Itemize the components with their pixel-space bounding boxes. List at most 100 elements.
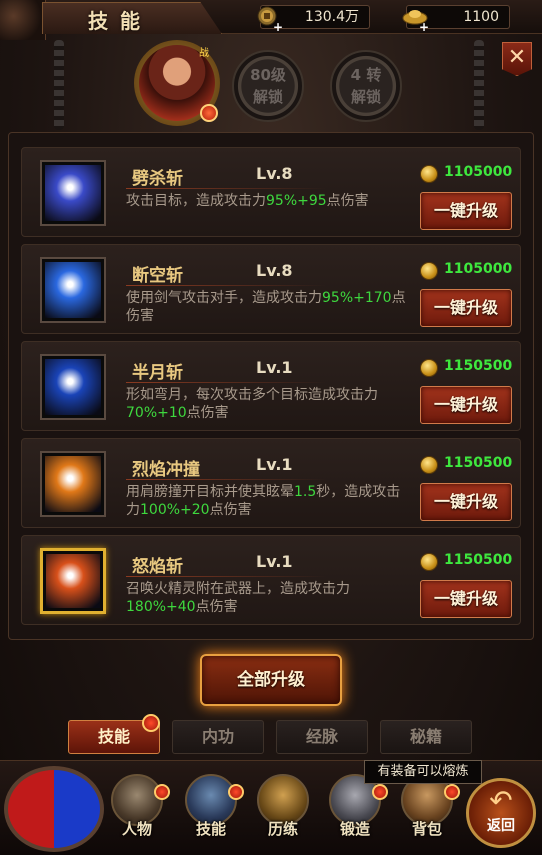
nav-label: 人物 xyxy=(121,820,152,838)
skill-row[interactable]: 怒焰斩 Lv.1 召唤火精灵附在武器上，造成攻击力 180%+40点伤害 1150500… xyxy=(21,535,521,625)
add-icon[interactable]: + xyxy=(419,16,429,38)
skill-description-text: 形如弯月，每次攻击多个目标造成攻击力 xyxy=(126,387,378,403)
gold-coin-icon xyxy=(420,359,438,377)
one-click-upgrade-button[interactable]: 一键升级 xyxy=(420,289,512,327)
skill-name: 半月斩 xyxy=(132,363,183,383)
skill-list-panel: 劈杀斩 Lv.8 攻击目标，造成攻击力95%+95点伤害 1105000 一键升级 断空斩… xyxy=(8,132,534,640)
gold-ingot-value: 1100 xyxy=(463,9,499,25)
notification-dot-icon xyxy=(200,104,218,122)
one-click-upgrade-button[interactable]: 一键升级 xyxy=(420,192,512,230)
notification-dot-icon xyxy=(154,784,170,800)
notification-dot-icon xyxy=(142,714,160,732)
skill-value-highlight: 100%+20 xyxy=(140,502,210,518)
tab-inner-power[interactable]: 内功 xyxy=(172,720,264,754)
nav-character[interactable]: 人物 xyxy=(104,774,170,852)
yin-yang-menu-icon[interactable] xyxy=(4,766,104,852)
skill-level: Lv.1 xyxy=(256,455,293,474)
skill-value-highlight: 95%+95 xyxy=(266,193,327,209)
skill-description: 形如弯月，每次攻击多个目标造成攻击力 70%+10点伤害 xyxy=(126,386,408,422)
skill-value-highlight: 95%+170 xyxy=(322,290,392,306)
return-label: 返回 xyxy=(487,818,515,834)
skill-row[interactable]: 半月斩 Lv.1 形如弯月，每次攻击多个目标造成攻击力 70%+10点伤害 115050… xyxy=(21,341,521,431)
gold-coin-counter[interactable]: + 130.4万 xyxy=(257,5,370,34)
upgrade-cost-value: 1105000 xyxy=(444,261,513,277)
skill-description-text: 攻击目标，造成攻击力 xyxy=(126,193,266,209)
upgrade-all-button[interactable]: 全部升级 xyxy=(200,654,342,706)
chain-decoration xyxy=(474,40,484,130)
skill-value-highlight: 180%+40 xyxy=(126,599,196,615)
one-click-upgrade-button[interactable]: 一键升级 xyxy=(420,386,512,424)
skill-row[interactable]: 断空斩 Lv.8 使用剑气攻击对手，造成攻击力95%+170点伤害 1105000 一键… xyxy=(21,244,521,334)
skill-level: Lv.1 xyxy=(256,358,293,377)
divider xyxy=(126,479,326,480)
skill-icon-frame[interactable] xyxy=(40,548,106,614)
skill-icon-frame[interactable] xyxy=(40,160,106,226)
skill-icon-frame[interactable] xyxy=(40,354,106,420)
gold-coin-icon xyxy=(420,456,438,474)
skill-icon xyxy=(45,262,101,318)
skill-value-highlight: 70%+10 xyxy=(126,405,187,421)
gold-coin-value: 130.4万 xyxy=(304,9,359,25)
nav-training[interactable]: 历练 xyxy=(250,774,316,852)
skill-level: Lv.8 xyxy=(256,261,293,280)
skill-description-text: 召唤火精灵附在武器上，造成攻击力 xyxy=(126,581,350,597)
upgrade-cost: 1105000 xyxy=(420,164,520,184)
page-title: 技能 xyxy=(88,9,152,33)
skill-screen: 技能 + 130.4万 + 1100 战 80级 解锁 4 转 解锁 ✕ 劈杀斩… xyxy=(0,0,542,855)
upgrade-cost: 1105000 xyxy=(420,261,520,281)
skill-icon-frame[interactable] xyxy=(40,257,106,323)
tab-secret-manual[interactable]: 秘籍 xyxy=(380,720,472,754)
unlock-slot-line2: 解锁 xyxy=(252,88,283,106)
return-button[interactable]: ↶ 返回 xyxy=(466,778,536,848)
skill-name: 劈杀斩 xyxy=(132,169,183,189)
skill-icon xyxy=(45,359,101,415)
skill-icon xyxy=(45,165,101,221)
upgrade-cost: 1150500 xyxy=(420,455,520,475)
skill-icon-frame[interactable] xyxy=(40,451,106,517)
nav-label: 历练 xyxy=(267,820,298,838)
upgrade-cost-value: 1150500 xyxy=(444,552,513,568)
skill-name: 断空斩 xyxy=(132,266,183,286)
skill-description: 召唤火精灵附在武器上，造成攻击力 180%+40点伤害 xyxy=(126,580,408,616)
unlock-slot-level[interactable]: 80级 解锁 xyxy=(232,50,304,122)
unlock-slot-line2: 解锁 xyxy=(350,88,381,106)
nav-label: 技能 xyxy=(195,820,226,838)
close-icon: ✕ xyxy=(507,45,527,70)
skill-name: 怒焰斩 xyxy=(132,557,183,577)
gold-ingot-counter[interactable]: + 1100 xyxy=(402,5,510,34)
nav-bag[interactable]: 背包 xyxy=(394,774,460,852)
skill-row[interactable]: 烈焰冲撞 Lv.1 用肩膀撞开目标并使其眩晕1.5秒，造成攻击力100%+20点伤害… xyxy=(21,438,521,528)
skill-row[interactable]: 劈杀斩 Lv.8 攻击目标，造成攻击力95%+95点伤害 1105000 一键升级 xyxy=(21,147,521,237)
unlock-slot-rebirth[interactable]: 4 转 解锁 xyxy=(330,50,402,122)
skill-description: 使用剑气攻击对手，造成攻击力95%+170点伤害 xyxy=(126,289,408,325)
divider xyxy=(126,285,326,286)
notification-dot-icon xyxy=(444,784,460,800)
nav-skills[interactable]: 技能 xyxy=(178,774,244,852)
chain-decoration xyxy=(54,40,64,130)
add-icon[interactable]: + xyxy=(273,16,283,38)
skill-description-text: 点伤害 xyxy=(195,599,238,615)
skill-icon xyxy=(45,456,101,512)
nav-forge[interactable]: 锻造 xyxy=(322,774,388,852)
one-click-upgrade-button[interactable]: 一键升级 xyxy=(420,483,512,521)
skill-description: 用肩膀撞开目标并使其眩晕1.5秒，造成攻击力100%+20点伤害 xyxy=(126,483,408,519)
skill-description-text: 点伤害 xyxy=(186,405,229,421)
divider xyxy=(126,188,326,189)
skill-description-text: 点伤害 xyxy=(209,502,252,518)
skill-name: 烈焰冲撞 xyxy=(132,460,200,480)
one-click-upgrade-button[interactable]: 一键升级 xyxy=(420,580,512,618)
upgrade-cost-value: 1150500 xyxy=(444,455,513,471)
upgrade-cost: 1150500 xyxy=(420,552,520,572)
skill-value-highlight: 1.5 xyxy=(294,484,317,500)
class-tag: 战 xyxy=(199,48,209,59)
divider xyxy=(126,576,326,577)
close-button[interactable]: ✕ xyxy=(502,42,532,76)
unlock-slot-line1: 80级 xyxy=(250,66,286,84)
skill-level: Lv.8 xyxy=(256,164,293,183)
gold-coin-icon xyxy=(420,165,438,183)
dragon-ornament-icon xyxy=(0,0,46,40)
skill-description: 攻击目标，造成攻击力95%+95点伤害 xyxy=(126,192,408,210)
upgrade-cost-value: 1150500 xyxy=(444,358,513,374)
nav-label: 背包 xyxy=(411,820,442,838)
tab-meridians[interactable]: 经脉 xyxy=(276,720,368,754)
